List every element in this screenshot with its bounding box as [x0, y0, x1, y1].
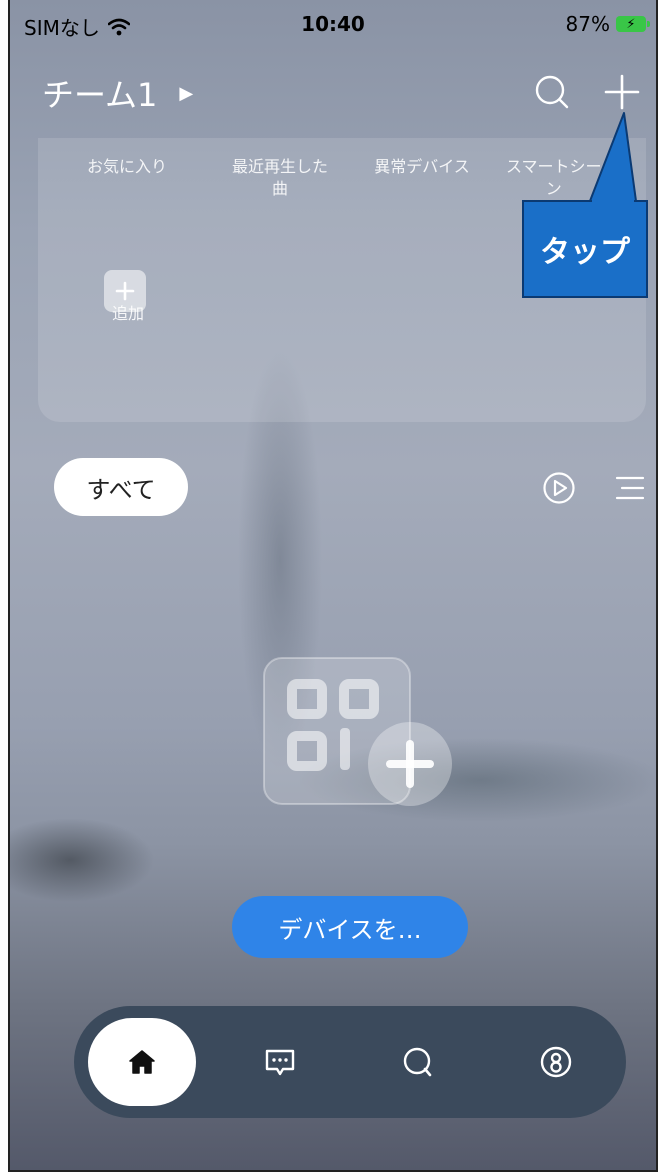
nav-discover[interactable] — [364, 1018, 472, 1106]
play-triangle-icon: ▶ — [179, 82, 194, 104]
play-circle-icon[interactable] — [542, 471, 576, 505]
tab-smart-scene-label: スマートシー ン — [506, 157, 602, 198]
status-bar: SIMなし 10:40 87% ⚡ — [10, 0, 656, 50]
favorites-tabs: お気に入り 最近再生した 曲 異常デバイス スマートシー ン — [38, 156, 646, 200]
bottom-nav — [74, 1006, 626, 1118]
nav-profile[interactable] — [502, 1018, 610, 1106]
tab-recently-played[interactable]: 最近再生した 曲 — [208, 156, 352, 200]
plus-icon[interactable] — [602, 72, 642, 112]
filter-all-button[interactable]: すべて — [54, 458, 188, 516]
add-device-icon — [263, 657, 452, 806]
menu-icon[interactable] — [614, 472, 646, 504]
clock: 10:40 — [301, 12, 365, 36]
tap-callout-text: タップ — [540, 235, 630, 270]
discover-icon — [403, 1047, 432, 1077]
tab-recently-played-label: 最近再生した 曲 — [231, 157, 328, 198]
phone-screen: SIMなし 10:40 87% ⚡ チーム1 ▶ お気に入り 最近再生した 曲 — [8, 0, 658, 1172]
add-device-button[interactable]: デバイスを… — [232, 896, 468, 958]
team-name: チーム1 — [42, 76, 158, 114]
home-icon — [129, 1050, 155, 1074]
message-icon — [265, 1049, 295, 1076]
search-icon[interactable] — [534, 74, 570, 110]
add-favorite-label: 追加 — [111, 304, 144, 323]
plus-small-icon — [115, 281, 135, 301]
add-device-label: デバイスを… — [278, 915, 422, 944]
tab-favorites[interactable]: お気に入り — [38, 156, 208, 200]
nav-messages[interactable] — [226, 1018, 334, 1106]
tab-abnormal-devices[interactable]: 異常デバイス — [352, 156, 492, 200]
nav-home[interactable] — [88, 1018, 196, 1106]
battery-percent: 87% — [565, 12, 610, 36]
tap-callout: タップ — [522, 200, 648, 298]
tab-smart-scene[interactable]: スマートシー ン — [492, 156, 632, 200]
team-selector[interactable]: チーム1 ▶ — [42, 70, 193, 116]
battery-status: 87% ⚡ — [565, 12, 650, 36]
profile-icon — [540, 1046, 572, 1078]
battery-charging-icon: ⚡ — [616, 16, 650, 32]
filter-all-label: すべて — [86, 475, 156, 504]
